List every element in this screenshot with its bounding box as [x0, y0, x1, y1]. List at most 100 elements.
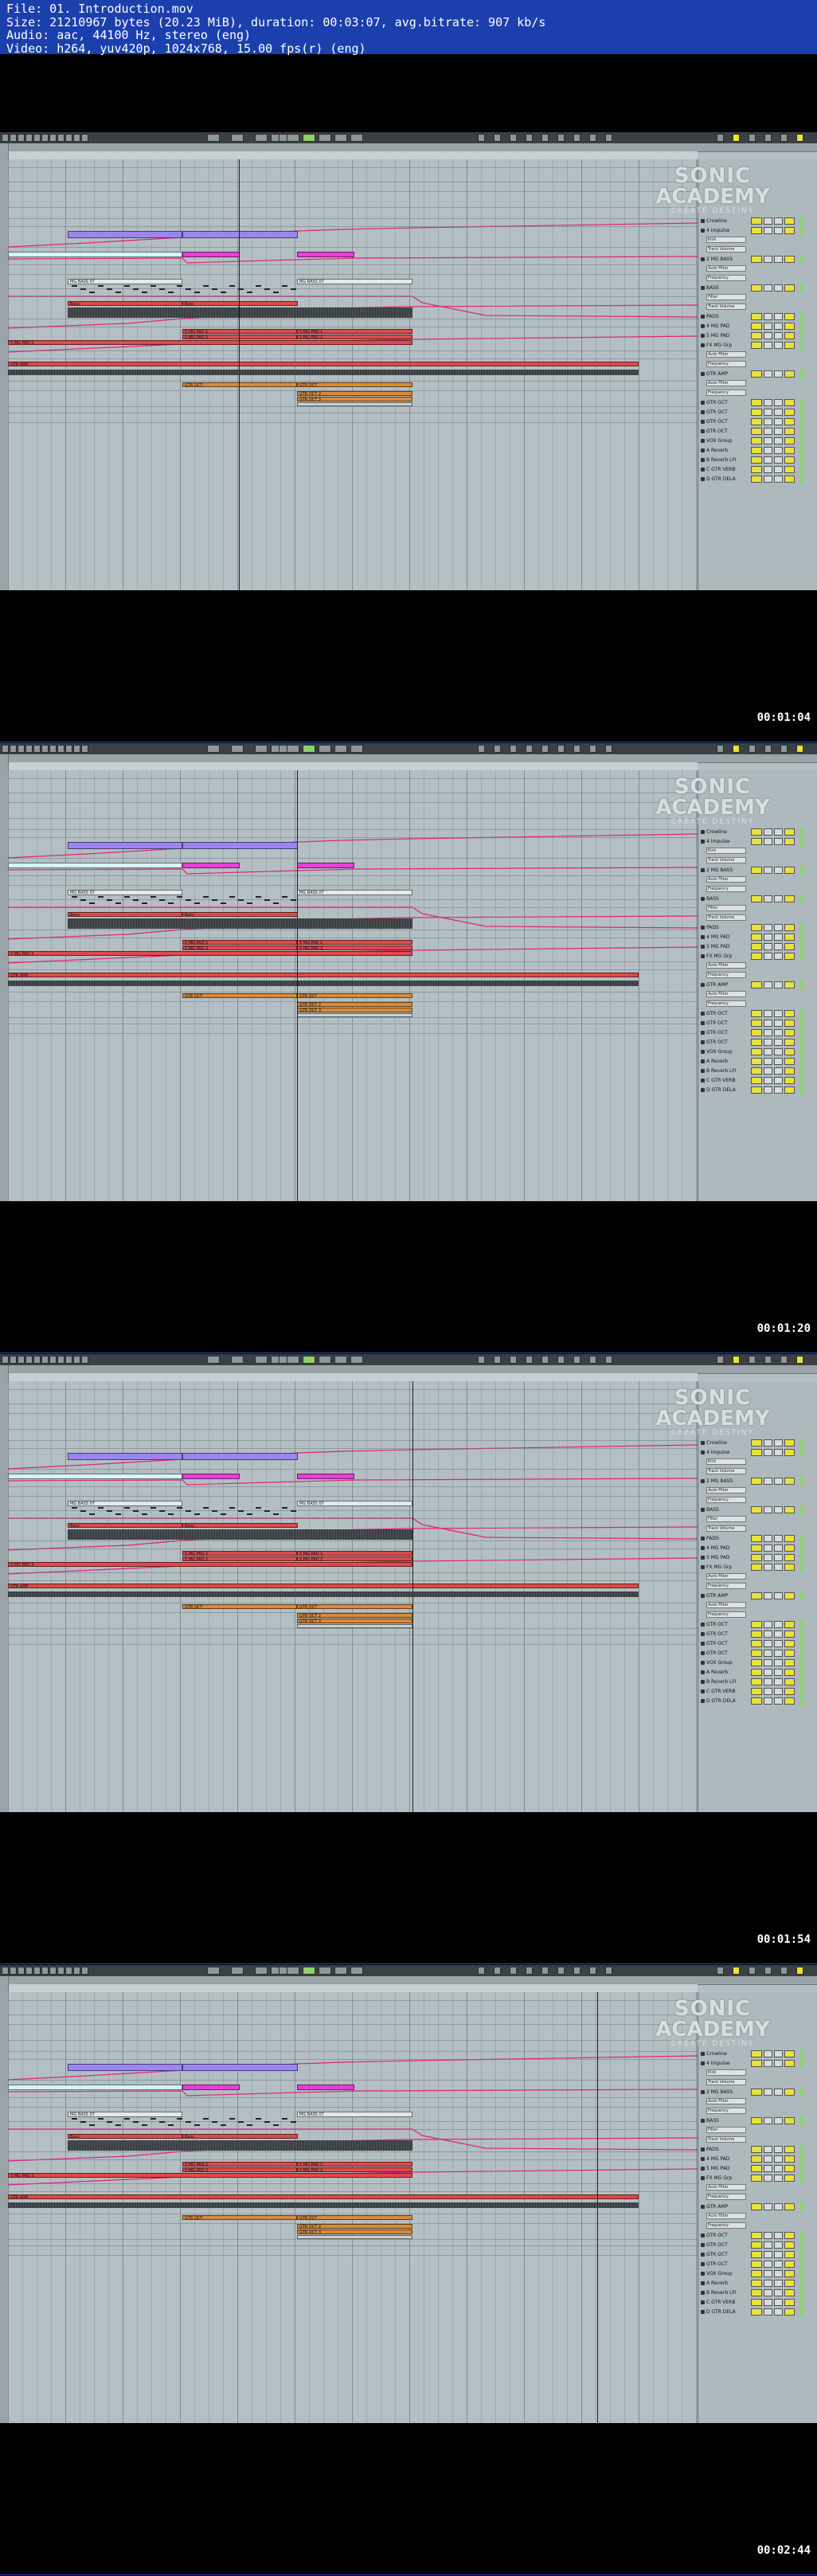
automation-lane-header[interactable]: Track Volume [698, 2136, 817, 2144]
track-activator[interactable] [784, 1678, 795, 1685]
track-activator[interactable] [784, 838, 795, 845]
track-volume[interactable] [751, 1631, 762, 1638]
transport-button[interactable] [25, 745, 33, 753]
arrangement-clip[interactable]: Bass [68, 912, 182, 917]
transport-button[interactable] [334, 134, 347, 142]
track-send[interactable] [774, 399, 783, 406]
transport-button[interactable] [65, 1356, 72, 1364]
track-send[interactable] [774, 2289, 783, 2296]
track-volume[interactable] [751, 867, 762, 874]
automation-parameter-select[interactable]: Auto Filter [706, 265, 746, 272]
automation-parameter-select[interactable]: Frequency [706, 275, 746, 281]
arrangement-clip[interactable]: GTR OCT 3 [297, 397, 412, 401]
arrangement-clip[interactable]: GTR OCT [297, 2215, 412, 2220]
track-activator[interactable] [784, 313, 795, 320]
track-volume[interactable] [751, 1678, 762, 1685]
track-activator[interactable] [784, 1592, 795, 1599]
track-volume[interactable] [751, 2289, 762, 2296]
transport-button[interactable] [334, 745, 347, 753]
track-pan[interactable] [764, 1640, 772, 1647]
track-fold-icon[interactable] [701, 468, 705, 472]
track-send[interactable] [774, 2155, 783, 2163]
arrangement-clip[interactable] [8, 863, 182, 868]
track-activator[interactable] [784, 934, 795, 941]
arrangement-clip[interactable]: GTR OCT 3 [297, 1008, 412, 1012]
track-activator[interactable] [784, 1564, 795, 1571]
track-pan[interactable] [764, 2289, 772, 2296]
arrangement-clip[interactable]: 5 MG PAD 3 [8, 951, 412, 956]
transport-button[interactable] [18, 134, 25, 142]
track-header[interactable]: 4 Impulse [698, 837, 817, 846]
track-fold-icon[interactable] [701, 1040, 705, 1044]
track-volume[interactable] [751, 924, 762, 931]
track-pan[interactable] [764, 1678, 772, 1685]
track-pan[interactable] [764, 953, 772, 960]
track-pan[interactable] [764, 1010, 772, 1017]
transport-button[interactable] [231, 1356, 244, 1364]
automation-parameter-select[interactable]: Auto Filter [706, 351, 746, 358]
arrangement-clip[interactable]: GTR OCT [182, 1604, 297, 1609]
track-fold-icon[interactable] [701, 1661, 705, 1665]
arrangement-clip[interactable] [182, 2064, 298, 2071]
track-volume[interactable] [751, 934, 762, 941]
transport-button[interactable] [589, 134, 596, 142]
arrangement-clip[interactable]: 5 MG PAD 2 [297, 335, 412, 339]
transport-button[interactable] [303, 1967, 315, 1975]
transport-button[interactable] [287, 745, 299, 753]
transport-button[interactable] [478, 1356, 485, 1364]
track-send[interactable] [774, 1058, 783, 1065]
arrangement-clip[interactable]: 5 MG PAD 2 [182, 2167, 297, 2172]
arrangement-clip[interactable] [68, 2064, 182, 2071]
track-pan[interactable] [764, 1564, 772, 1571]
transport-button[interactable] [33, 745, 41, 753]
track-pan[interactable] [764, 256, 772, 263]
track-send[interactable] [774, 1544, 783, 1552]
arrangement-clip[interactable] [68, 231, 182, 238]
automation-lane-header[interactable]: Auto Filter [698, 1572, 817, 1581]
track-activator[interactable] [784, 1086, 795, 1094]
arrangement-clip[interactable] [182, 1453, 298, 1460]
track-activator[interactable] [784, 284, 795, 292]
track-fold-icon[interactable] [701, 1021, 705, 1025]
arrangement-clip[interactable] [182, 252, 240, 257]
track-activator[interactable] [784, 1039, 795, 1046]
arrangement-clip[interactable]: GTR OCT [182, 2215, 297, 2220]
arrangement-clip[interactable] [297, 252, 354, 257]
track-activator[interactable] [784, 943, 795, 950]
track-header[interactable]: GTR AMP [698, 2202, 817, 2211]
track-pan[interactable] [764, 1478, 772, 1485]
track-send[interactable] [774, 2117, 783, 2124]
track-header[interactable]: GTR OCT [698, 1630, 817, 1638]
track-fold-icon[interactable] [701, 1651, 705, 1655]
automation-parameter-select[interactable]: Kick [706, 2069, 746, 2076]
track-activator[interactable] [784, 1048, 795, 1055]
track-header[interactable]: GTR OCT [698, 1019, 817, 1028]
track-header[interactable]: BASS [698, 1505, 817, 1514]
track-volume[interactable] [751, 399, 762, 406]
track-send[interactable] [774, 1688, 783, 1695]
transport-button[interactable] [541, 134, 549, 142]
track-header[interactable]: GTR OCT [698, 2260, 817, 2269]
arrangement-clip[interactable]: 5 MG PAD 3 [8, 2173, 412, 2178]
track-activator[interactable] [784, 2232, 795, 2239]
track-send[interactable] [774, 370, 783, 378]
track-pan[interactable] [764, 1592, 772, 1599]
track-pan[interactable] [764, 1048, 772, 1055]
track-header[interactable]: BASS [698, 2116, 817, 2125]
track-header[interactable]: A Reverb [698, 1057, 817, 1066]
track-fold-icon[interactable] [701, 1680, 705, 1684]
arrangement-clip[interactable]: GTR OCT 2 [297, 1613, 412, 1618]
track-activator[interactable] [784, 2308, 795, 2316]
automation-lane-header[interactable]: Auto Filter [698, 2183, 817, 2192]
arrangement-clip[interactable]: MG BASS 07 [297, 279, 412, 284]
arrangement-clip[interactable]: MG BASS 07 [68, 890, 182, 895]
track-volume[interactable] [751, 1029, 762, 1036]
track-pan[interactable] [764, 1039, 772, 1046]
track-send[interactable] [774, 1010, 783, 1017]
arrangement-clip[interactable] [182, 231, 298, 238]
automation-parameter-select[interactable]: Frequency [706, 972, 746, 978]
transport-button[interactable] [319, 1356, 331, 1364]
automation-lane-header[interactable]: Frequency [698, 971, 817, 980]
track-pan[interactable] [764, 895, 772, 902]
transport-button[interactable] [350, 1356, 363, 1364]
